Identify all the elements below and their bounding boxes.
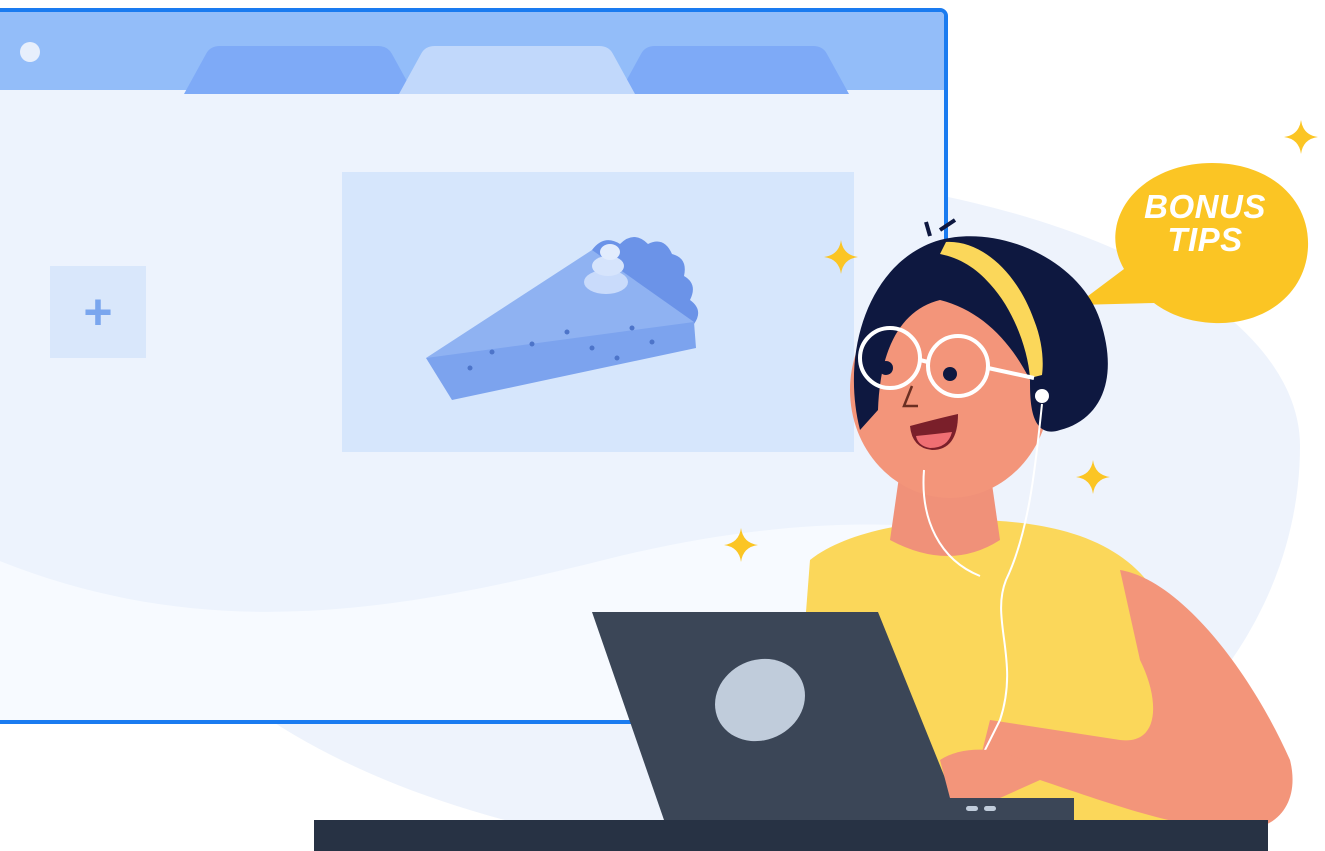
person-illustration [592, 218, 1293, 830]
add-tile[interactable]: + [50, 266, 146, 358]
browser-tab-bar [0, 12, 944, 94]
window-control-dot[interactable] [20, 42, 40, 62]
tab-third[interactable] [619, 46, 849, 94]
sparkle-icon [1284, 120, 1318, 154]
plus-icon: + [83, 284, 113, 340]
tab-active[interactable] [399, 46, 635, 94]
laptop-base [664, 798, 1074, 820]
desk [314, 820, 1268, 851]
tab-first[interactable] [184, 46, 414, 94]
illustration-canvas: + BONUS TIPS [0, 0, 1325, 851]
